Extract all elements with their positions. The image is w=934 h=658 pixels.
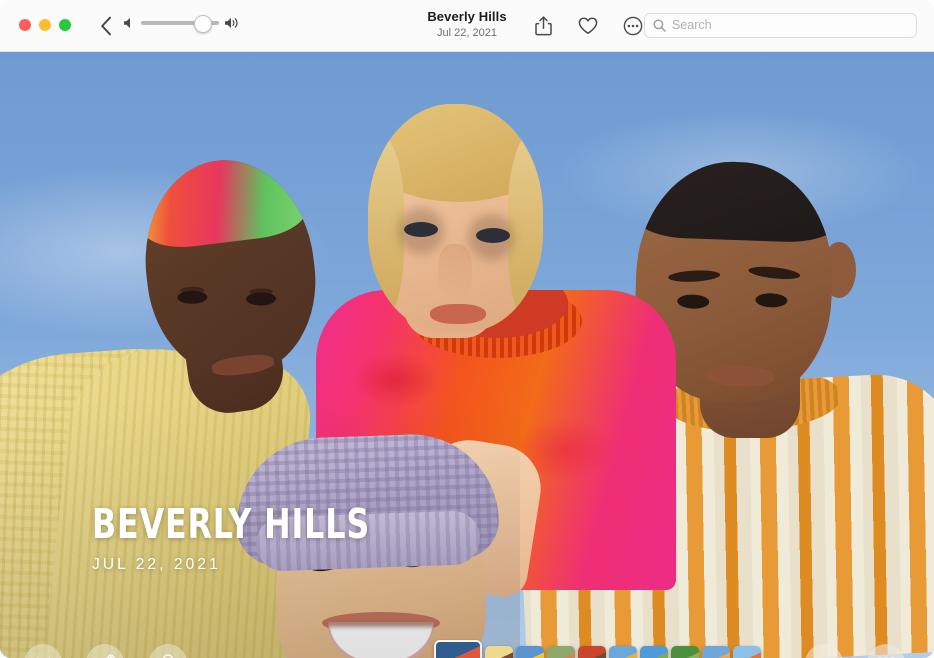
titlebar: Beverly Hills Jul 22, 2021 <box>0 0 934 52</box>
photos-window: Beverly Hills Jul 22, 2021 <box>0 0 934 658</box>
person-center-eye-right <box>476 228 510 243</box>
filmstrip-thumbnail[interactable] <box>640 646 668 658</box>
filmstrip-thumbnail[interactable] <box>702 646 730 658</box>
person-center-nose <box>438 244 472 300</box>
share-icon <box>535 16 552 36</box>
volume-knob[interactable] <box>194 15 212 33</box>
filmstrip-thumbnail-current[interactable] <box>434 640 482 658</box>
close-button[interactable] <box>19 19 31 31</box>
speaker-high-icon <box>225 17 240 29</box>
person-right-brow-left <box>668 269 721 283</box>
filmstrip-thumbnail[interactable] <box>578 646 606 658</box>
person-front-smile <box>328 622 434 658</box>
music-note-plus-icon <box>96 654 115 658</box>
color-filters-icon <box>158 653 178 658</box>
search-icon <box>653 19 666 32</box>
person-right-eye-left <box>677 294 709 309</box>
person-left-eye-right <box>246 292 276 306</box>
more-button[interactable] <box>621 14 645 38</box>
window-controls <box>19 19 71 31</box>
filmstrip-thumbnail[interactable] <box>516 646 544 658</box>
volume-track[interactable] <box>141 21 219 25</box>
filmstrip-thumbnail[interactable] <box>671 646 699 658</box>
volume-slider[interactable] <box>124 17 240 29</box>
filmstrip-thumbnail[interactable] <box>733 646 761 658</box>
filmstrip-thumbnail[interactable] <box>547 646 575 658</box>
search-input[interactable]: Search <box>672 14 712 37</box>
person-center-lips <box>430 304 486 324</box>
person-front-hat-brim <box>255 510 481 572</box>
skip-back-icon <box>35 655 52 658</box>
person-right-brow-right <box>748 265 801 281</box>
memory-photo[interactable]: BEVERLY HILLS JUL 22, 2021 <box>0 52 934 658</box>
back-button[interactable] <box>95 14 117 38</box>
chevron-left-icon <box>100 16 112 36</box>
person-center-head <box>368 104 543 332</box>
filmstrip-thumbnail[interactable] <box>485 646 513 658</box>
person-right-lips <box>706 365 775 387</box>
person-center-eye-left <box>404 222 438 237</box>
minimize-button[interactable] <box>39 19 51 31</box>
person-left-eye-left <box>177 291 207 305</box>
favorite-button[interactable] <box>576 14 600 38</box>
zoom-button[interactable] <box>59 19 71 31</box>
filmstrip[interactable] <box>434 637 761 658</box>
heart-icon <box>578 17 598 35</box>
person-center-hair-right <box>508 130 543 330</box>
ellipsis-circle-icon <box>623 16 643 36</box>
person-right-eye-right <box>755 293 787 308</box>
search-field[interactable]: Search <box>644 13 917 38</box>
person-right-hair <box>632 159 836 244</box>
filmstrip-thumbnail[interactable] <box>609 646 637 658</box>
titlebar-actions <box>531 14 645 38</box>
play-icon <box>816 655 833 658</box>
share-button[interactable] <box>531 14 555 38</box>
speaker-low-icon <box>124 17 135 29</box>
